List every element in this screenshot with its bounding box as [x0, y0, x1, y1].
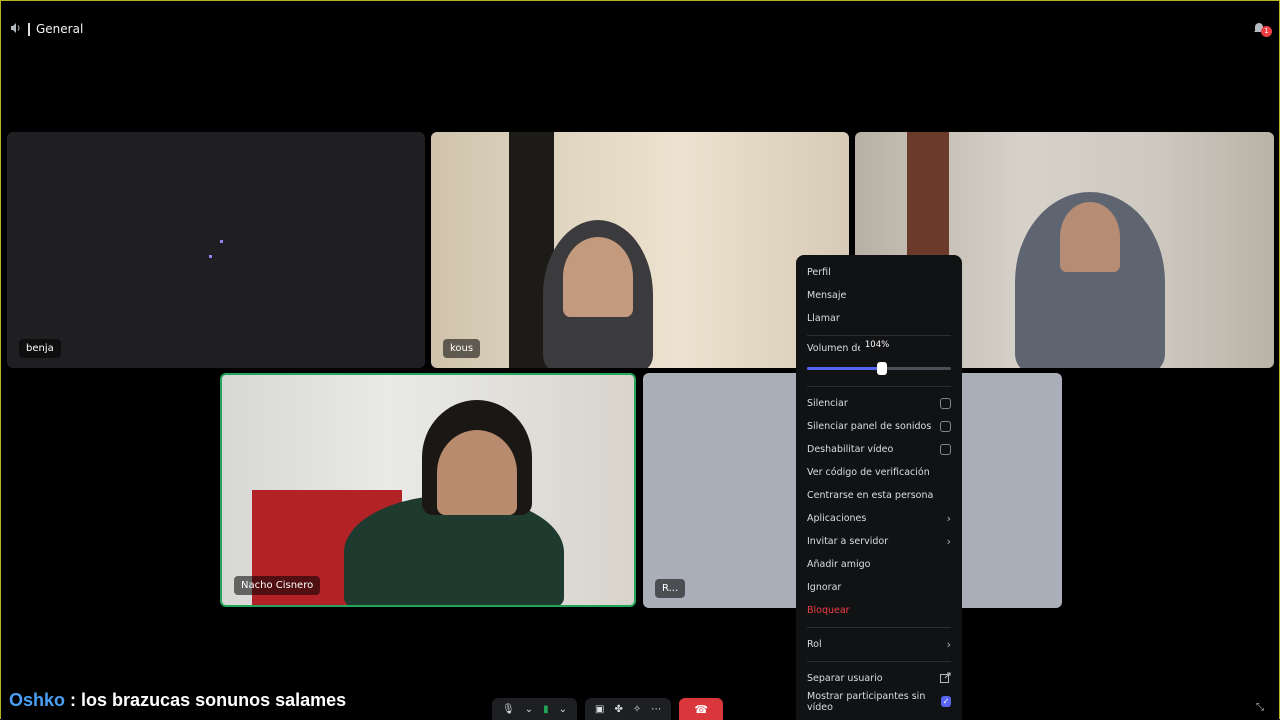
participant-tile-benja[interactable]: benja [7, 132, 425, 368]
activities-icon[interactable]: ✤ [614, 704, 622, 715]
menu-item-label: Mensaje [807, 290, 847, 301]
mute-soundboard-checkbox[interactable] [940, 421, 951, 432]
menu-item-disable-video[interactable]: Deshabilitar vídeo [804, 438, 954, 461]
phone-icon: ☎ [694, 702, 709, 716]
menu-item-label: Centrarse en esta persona [807, 490, 934, 501]
menu-item-label: Separar usuario [807, 673, 883, 684]
menu-item-invite[interactable]: Invitar a servidor › [804, 530, 954, 553]
menu-item-label: Rol [807, 639, 822, 650]
user-context-menu: Perfil Mensaje Llamar Volumen de u 104% … [796, 255, 962, 720]
menu-item-message[interactable]: Mensaje [804, 284, 954, 307]
channel-name: General [36, 22, 84, 36]
call-controls: 🎙 ⌄ ▮ ⌄ ▣ ✤ ✧ ⋯ ☎ [492, 698, 724, 720]
chevron-right-icon: › [946, 512, 951, 525]
menu-item-label: Llamar [807, 313, 840, 324]
menu-item-label: Bloquear [807, 605, 850, 616]
chevron-down-icon[interactable]: ⌄ [559, 704, 567, 715]
soundboard-icon[interactable]: ✧ [633, 704, 641, 715]
notifications-button[interactable]: 1 [1250, 20, 1272, 40]
chat-username: Oshko [9, 690, 66, 710]
menu-item-show-no-video[interactable]: Mostrar participantes sin vídeo ✓ [804, 690, 954, 713]
user-volume-slider[interactable] [804, 355, 954, 381]
menu-item-mute[interactable]: Silenciar [804, 392, 954, 415]
popout-icon [940, 672, 951, 686]
participant-name: R... [655, 579, 686, 598]
menu-item-label: Perfil [807, 267, 831, 278]
disable-video-checkbox[interactable] [940, 444, 951, 455]
speaker-icon [10, 22, 22, 37]
menu-item-label: Deshabilitar vídeo [807, 444, 894, 455]
participant-face [563, 237, 633, 317]
volume-tooltip: 104% [859, 337, 895, 353]
camera-icon[interactable]: ▮ [543, 704, 549, 715]
microphone-icon[interactable]: 🎙 [502, 704, 515, 715]
notification-badge: 1 [1261, 26, 1272, 37]
menu-item-label: Ver código de verificación [807, 467, 930, 478]
activity-controls: ▣ ✤ ✧ ⋯ [585, 698, 672, 720]
loading-dot [220, 240, 223, 243]
chat-overlay-message: Oshko : los brazucas sonunos salames [9, 690, 346, 711]
chat-message-text: los brazucas sonunos salames [81, 690, 347, 710]
participant-tile-kous[interactable]: kous [431, 132, 849, 368]
menu-item-label: Mostrar participantes sin vídeo [807, 690, 926, 713]
slider-thumb[interactable] [876, 362, 887, 375]
menu-item-profile[interactable]: Perfil [804, 261, 954, 284]
screen-share-icon[interactable]: ▣ [595, 704, 604, 715]
text-cursor [28, 22, 30, 36]
menu-separator [807, 627, 951, 628]
chevron-right-icon: › [946, 535, 951, 548]
mute-checkbox[interactable] [940, 398, 951, 409]
menu-separator [807, 335, 951, 336]
menu-item-label: Añadir amigo [807, 559, 871, 570]
menu-item-popout[interactable]: Separar usuario [804, 667, 954, 690]
show-no-video-checkbox[interactable]: ✓ [940, 696, 951, 707]
menu-item-ignore[interactable]: Ignorar [804, 576, 954, 599]
menu-item-label: Aplicaciones [807, 513, 867, 524]
disconnect-button[interactable]: ☎ [679, 698, 724, 720]
menu-item-role[interactable]: Rol › [804, 633, 954, 656]
more-icon[interactable]: ⋯ [651, 704, 661, 715]
participant-tile-nacho[interactable]: Nacho Cisnero [220, 373, 636, 607]
menu-separator [807, 661, 951, 662]
chevron-right-icon: › [946, 638, 951, 651]
chat-separator: : [70, 690, 77, 710]
menu-item-add-friend[interactable]: Añadir amigo [804, 553, 954, 576]
participant-face [1060, 202, 1120, 272]
audio-video-controls: 🎙 ⌄ ▮ ⌄ [492, 698, 577, 720]
menu-item-block[interactable]: Bloquear [804, 599, 954, 622]
menu-item-call[interactable]: Llamar [804, 307, 954, 330]
participant-face [437, 430, 517, 515]
menu-item-label: Silenciar panel de sonidos [807, 421, 932, 432]
participant-name: benja [19, 339, 61, 358]
menu-item-verification-code[interactable]: Ver código de verificación [804, 461, 954, 484]
fullscreen-exit-icon[interactable]: ⤡ [1256, 702, 1268, 714]
participant-name: kous [443, 339, 481, 358]
menu-item-mute-soundboard[interactable]: Silenciar panel de sonidos [804, 415, 954, 438]
menu-item-label: Invitar a servidor [807, 536, 889, 547]
slider-fill [807, 367, 882, 370]
loading-dot [209, 255, 212, 258]
menu-item-focus[interactable]: Centrarse en esta persona [804, 484, 954, 507]
channel-header[interactable]: General [10, 20, 83, 38]
chevron-down-icon[interactable]: ⌄ [525, 704, 533, 715]
menu-item-label: Ignorar [807, 582, 842, 593]
participant-name: Nacho Cisnero [234, 576, 321, 595]
menu-item-label: Silenciar [807, 398, 848, 409]
menu-item-apps[interactable]: Aplicaciones › [804, 507, 954, 530]
menu-separator [807, 386, 951, 387]
